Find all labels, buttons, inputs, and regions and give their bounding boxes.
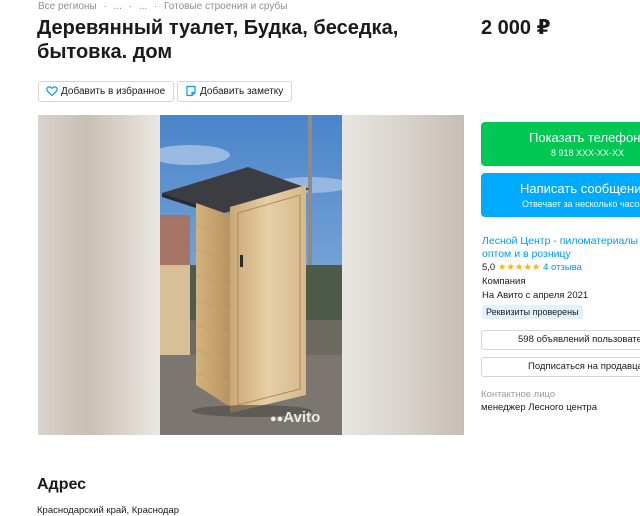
- breadcrumb-item-category[interactable]: Готовые строения и срубы: [164, 1, 287, 12]
- star-icons: ★★★★★: [497, 262, 541, 273]
- page-title: Деревянный туалет, Будка, беседка, бытов…: [37, 17, 399, 63]
- address-heading: Адрес: [37, 476, 87, 493]
- watermark-text: Avito: [283, 409, 321, 426]
- breadcrumb-separator: ·: [128, 1, 133, 12]
- avito-dots-icon: ●●: [270, 413, 284, 425]
- reviews-link[interactable]: 4 отзыва: [543, 262, 582, 273]
- avito-watermark: ●●Avito: [270, 409, 320, 426]
- rating-value: 5,0: [482, 262, 496, 273]
- subscribe-seller-button[interactable]: Подписаться на продавца: [481, 357, 640, 377]
- photo-gallery[interactable]: ●●Avito: [38, 115, 464, 435]
- main-photo[interactable]: [160, 115, 342, 435]
- outhouse-photo: [160, 115, 342, 435]
- seller-listings-label: 598 объявлений пользователя: [518, 334, 640, 345]
- seller-rating: 5,0 ★★★★★ 4 отзыва: [482, 262, 582, 273]
- breadcrumb: Все регионы · ... · ... · Готовые строен…: [38, 1, 291, 13]
- seller-since: На Авито с апреля 2021: [482, 290, 589, 301]
- write-message-label: Написать сообщение: [520, 181, 640, 196]
- seller-listings-button[interactable]: 598 объявлений пользователя: [481, 330, 640, 350]
- breadcrumb-separator: ·: [103, 1, 107, 12]
- verified-badge: Реквизиты проверены: [482, 305, 583, 319]
- seller-name-link[interactable]: Лесной Центр - пиломатериалы оптом и в р…: [482, 235, 640, 261]
- seller-type: Компания: [482, 276, 526, 287]
- listing-price: 2 000 ₽: [481, 17, 551, 39]
- show-phone-button[interactable]: Показать телефон 8 918 XXX-XX-XX: [481, 122, 640, 166]
- add-note-button[interactable]: Добавить заметку: [177, 81, 293, 102]
- breadcrumb-separator: ·: [153, 1, 158, 12]
- gallery-blur-left: [38, 115, 160, 435]
- contact-person-label: Контактное лицо: [481, 389, 556, 400]
- add-to-favorites-label: Добавить в избранное: [61, 86, 166, 97]
- response-time: Отвечает за несколько часов: [522, 199, 640, 209]
- breadcrumb-item-regions[interactable]: Все регионы: [38, 1, 97, 12]
- breadcrumb-item-collapsed[interactable]: ...: [139, 1, 147, 12]
- breadcrumb-item-collapsed[interactable]: ...: [114, 1, 122, 12]
- subscribe-seller-label: Подписаться на продавца: [528, 361, 640, 372]
- note-icon: [186, 85, 196, 97]
- write-message-button[interactable]: Написать сообщение Отвечает за несколько…: [481, 173, 640, 217]
- address-text: Краснодарский край, Краснодар: [37, 505, 180, 516]
- heart-icon: [46, 86, 58, 97]
- show-phone-label: Показать телефон: [529, 130, 640, 145]
- phone-masked: 8 918 XXX-XX-XX: [551, 148, 625, 158]
- contact-person-value: менеджер Лесного центра: [481, 402, 597, 413]
- add-note-label: Добавить заметку: [200, 86, 284, 97]
- add-to-favorites-button[interactable]: Добавить в избранное: [38, 81, 175, 102]
- gallery-blur-right: [342, 115, 464, 435]
